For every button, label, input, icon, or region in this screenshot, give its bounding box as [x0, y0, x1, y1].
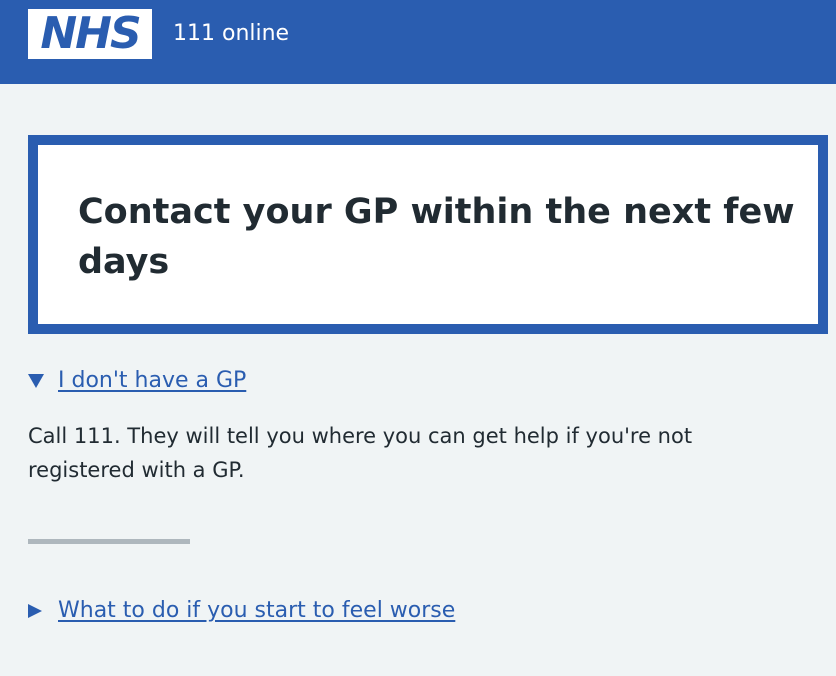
- nhs-logo[interactable]: NHS: [28, 9, 152, 59]
- details-no-gp-summary-link[interactable]: I don't have a GP: [58, 366, 246, 396]
- care-card: Contact your GP within the next few days: [28, 135, 828, 334]
- triangle-right-icon: [28, 604, 42, 618]
- triangle-down-icon: [28, 374, 44, 388]
- site-header: NHS 111 online: [0, 0, 836, 84]
- care-card-title: Contact your GP within the next few days: [78, 192, 795, 282]
- details-no-gp: I don't have a GP: [28, 366, 246, 396]
- details-feel-worse-summary[interactable]: What to do if you start to feel worse: [28, 596, 455, 626]
- service-name-link[interactable]: 111 online: [173, 19, 289, 49]
- nhs-logo-text: NHS: [40, 7, 141, 59]
- details-feel-worse-summary-link[interactable]: What to do if you start to feel worse: [58, 596, 455, 626]
- details-no-gp-summary[interactable]: I don't have a GP: [28, 366, 246, 396]
- details-no-gp-text: Call 111. They will tell you where you c…: [28, 424, 693, 482]
- section-divider: [28, 539, 190, 544]
- details-feel-worse: What to do if you start to feel worse: [28, 596, 455, 626]
